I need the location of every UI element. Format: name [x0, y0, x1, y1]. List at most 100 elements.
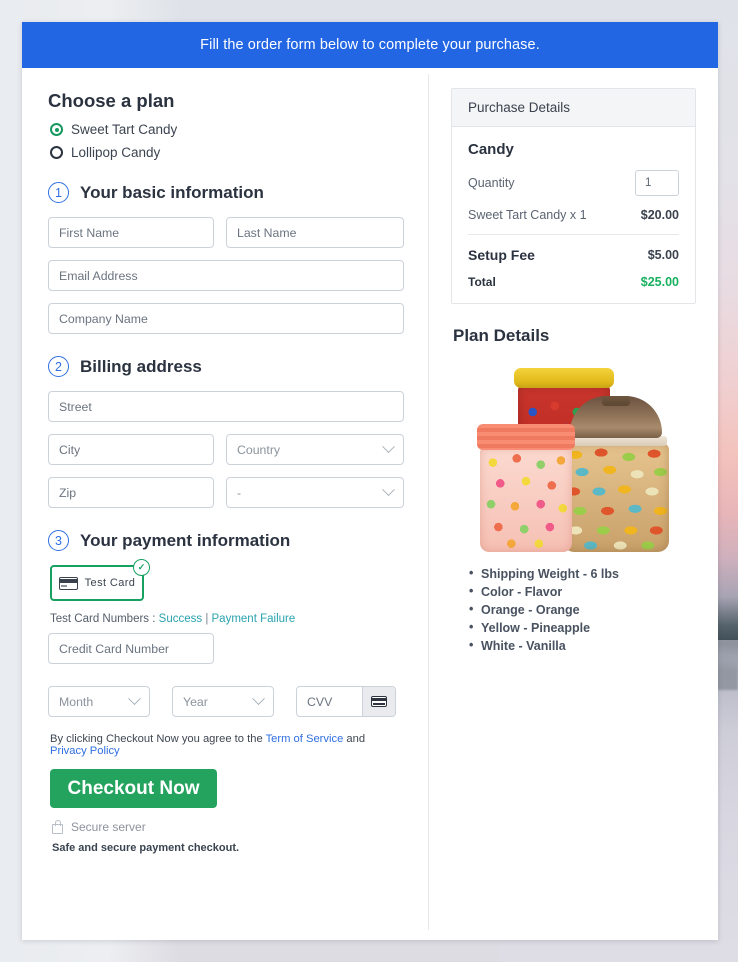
checkout-card: Fill the order form below to complete yo…	[22, 22, 718, 940]
purchase-details-panel: Purchase Details Candy Quantity 1 Sweet …	[451, 88, 696, 304]
list-item: White - Vanilla	[469, 638, 696, 653]
setup-fee-label: Setup Fee	[468, 247, 535, 263]
list-item: Shipping Weight - 6 lbs	[469, 566, 696, 581]
chevron-down-icon	[382, 483, 395, 497]
plan-option-sweet-tart-candy[interactable]: Sweet Tart Candy	[50, 122, 404, 137]
yellow-lid-icon	[513, 368, 614, 388]
test-card-success-link[interactable]: Success	[159, 613, 202, 625]
test-card-separator: |	[202, 613, 212, 625]
expiry-year-select[interactable]: Year	[172, 686, 274, 717]
line-item-label: Sweet Tart Candy x 1	[468, 208, 587, 222]
list-item: Color - Flavor	[469, 584, 696, 599]
setup-fee-row: Setup Fee $5.00	[468, 247, 679, 263]
country-select[interactable]: Country	[226, 434, 404, 465]
summary-column: Purchase Details Candy Quantity 1 Sweet …	[429, 68, 718, 940]
first-name-input[interactable]: First Name	[48, 217, 214, 248]
checkout-now-button[interactable]: Checkout Now	[50, 769, 217, 808]
cvv-help-button[interactable]	[362, 687, 395, 716]
name-row: First Name Last Name	[48, 217, 404, 248]
terms-agreement-text: By clicking Checkout Now you agree to th…	[50, 733, 404, 757]
instruction-banner-text: Fill the order form below to complete yo…	[200, 37, 540, 53]
zip-input[interactable]: Zip	[48, 477, 214, 508]
list-item: Yellow - Pineapple	[469, 620, 696, 635]
terms-and: and	[343, 733, 366, 745]
cvv-field-group[interactable]: CVV	[296, 686, 396, 717]
step-basic-information: 1 Your basic information	[48, 182, 404, 203]
zip-state-row: Zip -	[48, 477, 404, 508]
choose-plan-heading: Choose a plan	[48, 90, 175, 111]
step-number-badge: 1	[48, 182, 69, 203]
chevron-down-icon	[382, 440, 395, 454]
expiry-month-value: Month	[59, 694, 94, 709]
expiry-cvv-row: Month Year CVV	[48, 686, 404, 717]
test-card-numbers-line: Test Card Numbers : Success | Payment Fa…	[50, 613, 404, 625]
credit-card-icon	[58, 576, 78, 590]
email-input[interactable]: Email Address	[48, 260, 404, 291]
check-circle-icon: ✓	[133, 559, 150, 576]
step-billing-address: 2 Billing address	[48, 356, 404, 377]
step-number-badge: 3	[48, 530, 69, 551]
coral-lid-icon	[476, 424, 575, 450]
cvv-input[interactable]: CVV	[297, 687, 362, 716]
country-select-value: Country	[237, 442, 281, 457]
radio-selected-icon[interactable]	[50, 123, 63, 136]
state-select[interactable]: -	[226, 477, 404, 508]
purchase-details-title: Purchase Details	[452, 89, 695, 127]
product-title: Candy	[468, 141, 514, 158]
secure-server-label: Secure server	[71, 820, 146, 834]
secure-server-row: Secure server	[52, 819, 404, 834]
company-row: Company Name	[48, 303, 404, 334]
card-body: Choose a plan Sweet Tart Candy Lollipop …	[22, 68, 718, 940]
expiry-month-select[interactable]: Month	[48, 686, 150, 717]
total-row: Total $25.00	[468, 275, 679, 289]
step-payment-information: 3 Your payment information	[48, 530, 404, 551]
candy-jars-image	[474, 360, 674, 555]
terms-of-service-link[interactable]: Term of Service	[266, 733, 344, 745]
last-name-input[interactable]: Last Name	[226, 217, 404, 248]
plan-option-lollipop-candy[interactable]: Lollipop Candy	[50, 145, 404, 160]
test-card-failure-link[interactable]: Payment Failure	[212, 613, 296, 625]
line-item-row: Sweet Tart Candy x 1 $20.00	[468, 208, 679, 222]
credit-card-row: Credit Card Number	[48, 633, 404, 664]
purchase-details-body: Candy Quantity 1 Sweet Tart Candy x 1 $2…	[452, 127, 695, 303]
summary-divider	[468, 234, 679, 235]
safe-checkout-note: Safe and secure payment checkout.	[52, 842, 240, 854]
step-number-badge: 2	[48, 356, 69, 377]
fruit-candy-jar	[474, 424, 578, 552]
email-row: Email Address	[48, 260, 404, 291]
terms-prefix: By clicking Checkout Now you agree to th…	[50, 733, 266, 745]
city-input[interactable]: City	[48, 434, 214, 465]
step-title: Your payment information	[80, 530, 291, 550]
plan-details-heading: Plan Details	[453, 326, 550, 345]
step-title: Billing address	[80, 356, 202, 376]
card-back-icon	[371, 696, 387, 707]
quantity-row: Quantity 1	[468, 170, 679, 196]
total-label: Total	[468, 275, 496, 289]
street-input[interactable]: Street	[48, 391, 404, 422]
expiry-year-value: Year	[183, 694, 208, 709]
payment-method-label: Test Card	[84, 577, 136, 589]
plan-option-label: Lollipop Candy	[71, 145, 161, 160]
jellybean-jar-body	[562, 444, 669, 552]
lid-knob-icon	[601, 396, 630, 406]
radio-unselected-icon[interactable]	[50, 146, 63, 159]
fruit-candy-jar-body	[479, 448, 572, 552]
company-name-input[interactable]: Company Name	[48, 303, 404, 334]
city-country-row: City Country	[48, 434, 404, 465]
chevron-down-icon	[252, 692, 265, 706]
payment-method-test-card[interactable]: Test Card ✓	[50, 559, 150, 601]
total-price: $25.00	[640, 275, 679, 289]
list-item: Orange - Orange	[469, 602, 696, 617]
line-item-price: $20.00	[640, 208, 679, 222]
credit-card-number-input[interactable]: Credit Card Number	[48, 633, 214, 664]
state-select-value: -	[237, 485, 242, 500]
instruction-banner: Fill the order form below to complete yo…	[22, 22, 718, 68]
plan-details-list: Shipping Weight - 6 lbs Color - Flavor O…	[469, 566, 696, 653]
quantity-input[interactable]: 1	[635, 170, 679, 196]
chevron-down-icon	[128, 692, 141, 706]
quantity-label: Quantity	[468, 176, 515, 190]
plan-option-label: Sweet Tart Candy	[71, 122, 178, 137]
step-title: Your basic information	[80, 182, 264, 202]
privacy-policy-link[interactable]: Privacy Policy	[50, 745, 120, 757]
street-row: Street	[48, 391, 404, 422]
